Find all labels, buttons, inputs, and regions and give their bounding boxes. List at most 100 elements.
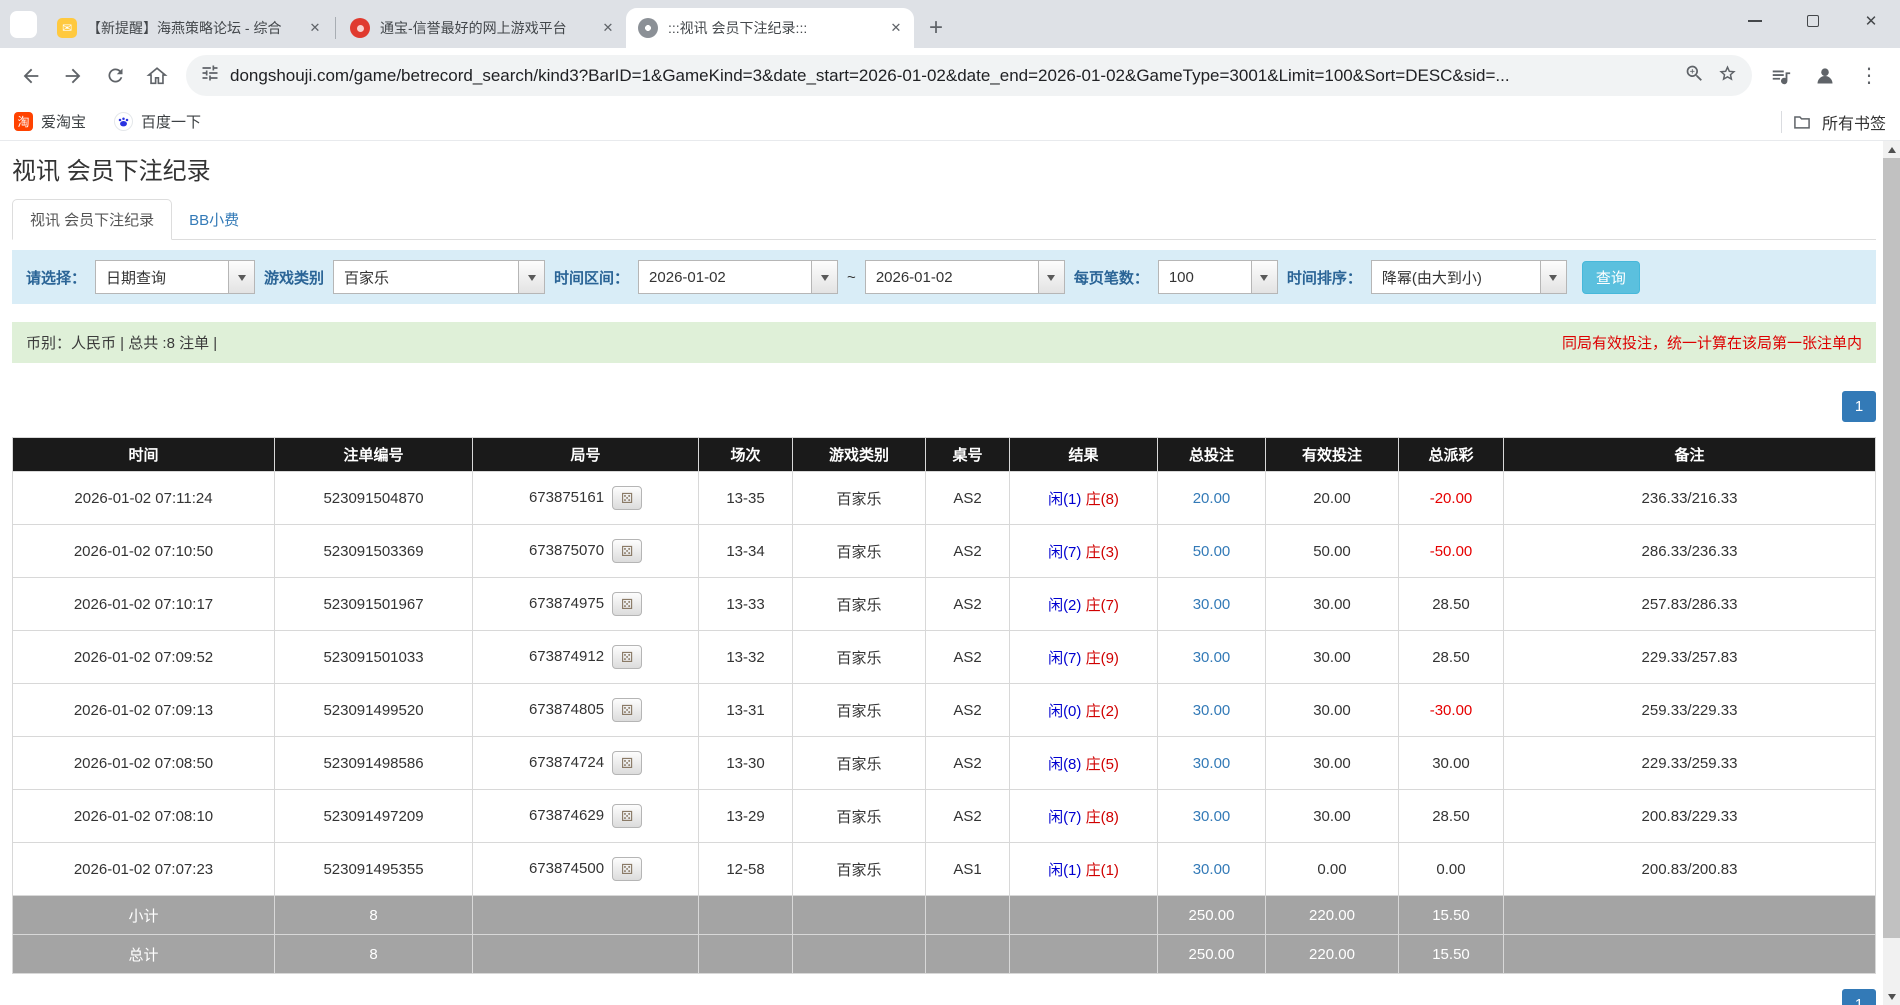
bookmark-baidu[interactable]: 百度一下: [114, 111, 201, 132]
scroll-up-arrow[interactable]: [1883, 141, 1900, 158]
page-title: 视讯 会员下注纪录: [12, 141, 1876, 186]
total-bet-link[interactable]: 20.00: [1158, 472, 1266, 525]
address-bar[interactable]: dongshouji.com/game/betrecord_search/kin…: [186, 55, 1752, 96]
notice-text: 同局有效投注，统一计算在该局第一张注单内: [1562, 332, 1862, 353]
minimize-button[interactable]: [1726, 0, 1784, 42]
column-header-9: 总派彩: [1399, 438, 1504, 472]
chevron-down-icon[interactable]: [1251, 261, 1277, 293]
date-range-tilde: ~: [847, 269, 856, 286]
browser-tab-betrecord-active[interactable]: :::视讯 会员下注纪录::: ✕: [626, 8, 914, 48]
close-button[interactable]: ✕: [1842, 0, 1900, 42]
chevron-down-icon[interactable]: [228, 261, 254, 293]
home-button[interactable]: [136, 55, 178, 97]
new-tab-button[interactable]: +: [920, 12, 952, 44]
media-controls-button[interactable]: [1760, 55, 1802, 97]
chevron-down-icon[interactable]: [1038, 261, 1064, 293]
total-bet-link[interactable]: 30.00: [1158, 737, 1266, 790]
scroll-down-arrow[interactable]: [1883, 988, 1900, 1005]
tab-title: :::视讯 会员下注纪录:::: [668, 18, 886, 38]
bookmark-taobao[interactable]: 淘 爱淘宝: [14, 111, 86, 132]
chevron-down-icon[interactable]: [811, 261, 837, 293]
game-type-cell: 百家乐: [793, 843, 926, 896]
bet-id-cell: 523091497209: [275, 790, 473, 843]
tab-title: 【新提醒】海燕策略论坛 - 综合: [87, 18, 305, 38]
search-button[interactable]: 查询: [1582, 261, 1640, 294]
bet-table-header-row: 时间注单编号局号场次游戏类别桌号结果总投注有效投注总派彩备注: [13, 438, 1876, 472]
session-cell: 13-32: [699, 631, 793, 684]
game-detail-icon[interactable]: ⚄: [612, 804, 642, 828]
column-header-5: 桌号: [926, 438, 1010, 472]
chevron-down-icon[interactable]: [518, 261, 544, 293]
table-number-cell: AS2: [926, 472, 1010, 525]
time-cell: 2026-01-02 07:10:17: [13, 578, 275, 631]
profile-button[interactable]: [1804, 55, 1846, 97]
zoom-icon[interactable]: [1684, 63, 1705, 89]
round-cell: 673875070⚄: [473, 525, 699, 578]
remark-cell: 229.33/257.83: [1504, 631, 1876, 684]
bookmarks-separator: [1781, 111, 1782, 133]
page-1-button[interactable]: 1: [1842, 989, 1876, 1005]
session-cell: 13-29: [699, 790, 793, 843]
all-bookmarks-button[interactable]: 所有书签: [1781, 110, 1886, 134]
date-start-select[interactable]: 2026-01-02: [638, 260, 838, 294]
page-1-button[interactable]: 1: [1842, 391, 1876, 422]
total-bet-link[interactable]: 30.00: [1158, 578, 1266, 631]
game-detail-icon[interactable]: ⚄: [612, 857, 642, 881]
date-type-select[interactable]: 日期查询: [95, 260, 255, 294]
browser-tab-forum[interactable]: ✉ 【新提醒】海燕策略论坛 - 综合 ✕: [45, 8, 333, 48]
total-bet-link[interactable]: 30.00: [1158, 790, 1266, 843]
refresh-button[interactable]: [94, 55, 136, 97]
date-end-select[interactable]: 2026-01-02: [865, 260, 1065, 294]
folder-icon: [1792, 112, 1812, 132]
page-size-value: 100: [1159, 261, 1251, 293]
result-cell: 闲(7) 庄(8): [1010, 790, 1158, 843]
tab-close-icon[interactable]: ✕: [305, 18, 325, 38]
game-detail-icon[interactable]: ⚄: [612, 592, 642, 616]
table-number-cell: AS2: [926, 684, 1010, 737]
forward-button[interactable]: [52, 55, 94, 97]
table-row: 2026-01-02 07:08:10 523091497209 6738746…: [13, 790, 1876, 843]
date-type-value: 日期查询: [96, 261, 228, 293]
player-result: 闲(8): [1048, 756, 1081, 773]
browser-tab-tongbao[interactable]: 通宝-信誉最好的网上游戏平台 ✕: [338, 8, 626, 48]
game-detail-icon[interactable]: ⚄: [612, 698, 642, 722]
total-bet-link[interactable]: 30.00: [1158, 843, 1266, 896]
column-header-2: 局号: [473, 438, 699, 472]
game-detail-icon[interactable]: ⚄: [612, 645, 642, 669]
remark-cell: 259.33/229.33: [1504, 684, 1876, 737]
page-size-select[interactable]: 100: [1158, 260, 1278, 294]
tab-close-icon[interactable]: ✕: [886, 18, 906, 38]
url-text: dongshouji.com/game/betrecord_search/kin…: [230, 66, 1674, 86]
chevron-down-icon[interactable]: [1540, 261, 1566, 293]
remark-cell: 229.33/259.33: [1504, 737, 1876, 790]
home-icon: [146, 65, 168, 87]
scrollbar-thumb[interactable]: [1883, 158, 1900, 938]
game-type-select[interactable]: 百家乐: [333, 260, 545, 294]
subtotal-payout: 15.50: [1399, 896, 1504, 935]
back-arrow-icon: [20, 65, 42, 87]
sort-select[interactable]: 降幂(由大到小): [1371, 260, 1567, 294]
maximize-button[interactable]: [1784, 0, 1842, 42]
round-cell: 673874724⚄: [473, 737, 699, 790]
tab-search-button[interactable]: [10, 11, 37, 38]
game-detail-icon[interactable]: ⚄: [612, 486, 642, 510]
game-detail-icon[interactable]: ⚄: [612, 539, 642, 563]
payout-cell: 28.50: [1399, 578, 1504, 631]
player-result: 闲(1): [1048, 862, 1081, 879]
site-info-icon[interactable]: [200, 63, 220, 88]
tab-close-icon[interactable]: ✕: [598, 18, 618, 38]
tab-bet-records[interactable]: 视讯 会员下注纪录: [12, 199, 172, 240]
column-header-6: 结果: [1010, 438, 1158, 472]
bookmark-star-icon[interactable]: [1717, 63, 1738, 89]
table-row: 2026-01-02 07:11:24 523091504870 6738751…: [13, 472, 1876, 525]
menu-button[interactable]: ⋮: [1848, 55, 1890, 97]
back-button[interactable]: [10, 55, 52, 97]
total-bet-link[interactable]: 50.00: [1158, 525, 1266, 578]
page-scrollbar[interactable]: [1883, 141, 1900, 1005]
game-detail-icon[interactable]: ⚄: [612, 751, 642, 775]
total-bet-link[interactable]: 30.00: [1158, 631, 1266, 684]
banker-result: 庄(8): [1086, 809, 1119, 826]
result-cell: 闲(8) 庄(5): [1010, 737, 1158, 790]
total-bet-link[interactable]: 30.00: [1158, 684, 1266, 737]
tab-bb-tip[interactable]: BB小费: [172, 200, 256, 239]
